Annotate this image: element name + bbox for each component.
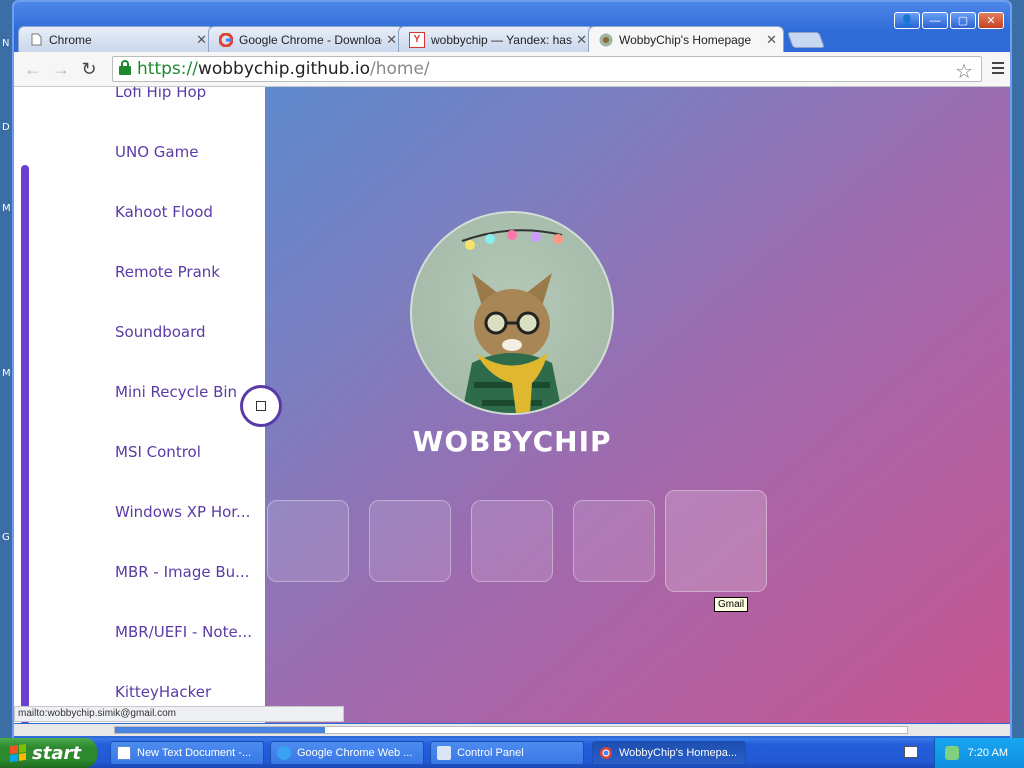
sidebar-item-kahoot-flood[interactable]: Kahoot Flood [115,203,257,221]
start-button[interactable]: start [0,738,97,768]
sidebar-item-remote-prank[interactable]: Remote Prank [115,263,257,281]
page-viewport: Lofi Hip Hop UNO Game Kahoot Flood Remot… [14,87,1010,723]
caption-buttons: 👤 — ▢ ✕ [894,12,1004,29]
scrollbar-track[interactable] [114,726,908,734]
task-label: WobbyChip's Homepa... [619,747,738,759]
taskbar-task-chrome[interactable]: WobbyChip's Homepa... [592,741,746,765]
tab-title: wobbychip — Yandex: has fo [431,32,573,47]
chrome-menu-icon[interactable] [992,62,1004,77]
system-tray: 7:20 AM [934,738,1024,768]
taskbar-task-control-panel[interactable]: Control Panel [430,741,584,765]
url-scheme: https:// [137,59,198,79]
sidebar-item-windows-xp[interactable]: Windows XP Hor... [115,503,257,521]
tab-wobbychip-homepage[interactable]: WobbyChip's Homepage ✕ [588,26,784,52]
cat-avatar-icon [599,33,613,47]
forward-arrow-icon[interactable]: → [50,58,72,80]
taskbar-task-ie[interactable]: Google Chrome Web ... [270,741,424,765]
sidebar-item-mini-recycle-bin[interactable]: Mini Recycle Bin [115,383,257,401]
sidebar-toggle-button[interactable] [240,385,282,427]
tab-strip: Chrome ✕ Google Chrome - Download t ✕ Y … [18,26,825,52]
desktop-icon-label: D [2,122,10,133]
page-icon [29,33,43,47]
windows-logo-icon [10,743,26,763]
yandex-icon: Y [409,31,425,48]
tab-close-icon[interactable]: ✕ [766,32,777,48]
lock-icon [119,60,131,75]
social-link-button[interactable] [267,500,349,582]
sidebar-item-soundboard[interactable]: Soundboard [115,323,257,341]
google-icon [219,32,233,47]
social-link-button[interactable] [471,500,553,582]
user-profile-button[interactable]: 👤 [894,12,920,29]
tab-title: WobbyChip's Homepage [619,32,752,47]
sidebar: Lofi Hip Hop UNO Game Kahoot Flood Remot… [14,87,265,723]
desktop-icon-label: N [2,38,10,49]
close-window-button[interactable]: ✕ [978,12,1004,29]
sidebar-item-mbr-image[interactable]: MBR - Image Bu... [115,563,257,581]
internet-explorer-icon [277,746,291,760]
sidebar-item-kitteyhacker[interactable]: KitteyHacker [115,683,257,701]
reload-icon[interactable]: ↻ [78,58,100,80]
cat-avatar-image [410,211,614,415]
taskbar-task-notepad[interactable]: New Text Document -... [110,741,264,765]
square-icon [256,401,266,411]
desktop-icon-label: M [2,203,11,214]
desktop-icon-label: M [2,368,11,379]
tab-close-icon[interactable]: ✕ [576,32,587,48]
control-panel-icon [437,746,451,760]
clock: 7:20 AM [967,747,1008,759]
gmail-tooltip: Gmail [714,597,749,612]
back-arrow-icon[interactable]: ← [22,58,44,80]
brand-title: WOBBYCHIP [412,425,612,458]
bookmark-star-icon[interactable]: ☆ [955,59,973,83]
sidebar-scrollbar[interactable] [21,165,29,723]
notepad-icon [117,746,131,760]
task-label: New Text Document -... [137,747,252,759]
start-label: start [32,742,81,764]
chrome-icon [599,746,613,760]
social-link-button[interactable] [573,500,655,582]
status-bar: mailto:wobbychip.simik@gmail.com [14,706,344,722]
new-tab-button[interactable] [787,32,825,48]
tab-title: Google Chrome - Download t [239,32,383,47]
tab-close-icon[interactable]: ✕ [196,32,207,48]
tab-title: Chrome [49,32,92,47]
minimize-button[interactable]: — [922,12,948,29]
network-icon[interactable] [945,746,959,760]
task-label: Google Chrome Web ... [297,747,413,759]
gmail-link-button[interactable] [665,490,767,592]
social-link-button[interactable] [369,500,451,582]
sidebar-item-msi-control[interactable]: MSI Control [115,443,257,461]
sidebar-item-mbr-uefi[interactable]: MBR/UEFI - Note... [115,623,257,641]
browser-toolbar: ← → ↻ https://wobbychip.github.io/home/ … [14,52,1010,87]
sidebar-item-lofi-hip-hop[interactable]: Lofi Hip Hop [115,87,257,101]
url-path: /home/ [369,59,430,79]
tab-google-chrome-download[interactable]: Google Chrome - Download t ✕ [208,26,404,52]
maximize-button[interactable]: ▢ [950,12,976,29]
taskbar: start New Text Document -... Google Chro… [0,738,1024,768]
tab-close-icon[interactable]: ✕ [386,32,397,48]
tab-yandex[interactable]: Y wobbychip — Yandex: has fo ✕ [398,26,594,52]
url-host: wobbychip.github.io [197,59,370,79]
keyboard-layout-icon[interactable] [904,746,918,758]
desktop-icon-label: G [2,532,10,543]
address-bar[interactable]: https://wobbychip.github.io/home/ ☆ [112,56,982,83]
sidebar-item-uno-game[interactable]: UNO Game [115,143,257,161]
tab-chrome[interactable]: Chrome ✕ [18,26,214,52]
task-label: Control Panel [457,747,524,759]
horizontal-scrollbar[interactable] [14,724,1010,736]
